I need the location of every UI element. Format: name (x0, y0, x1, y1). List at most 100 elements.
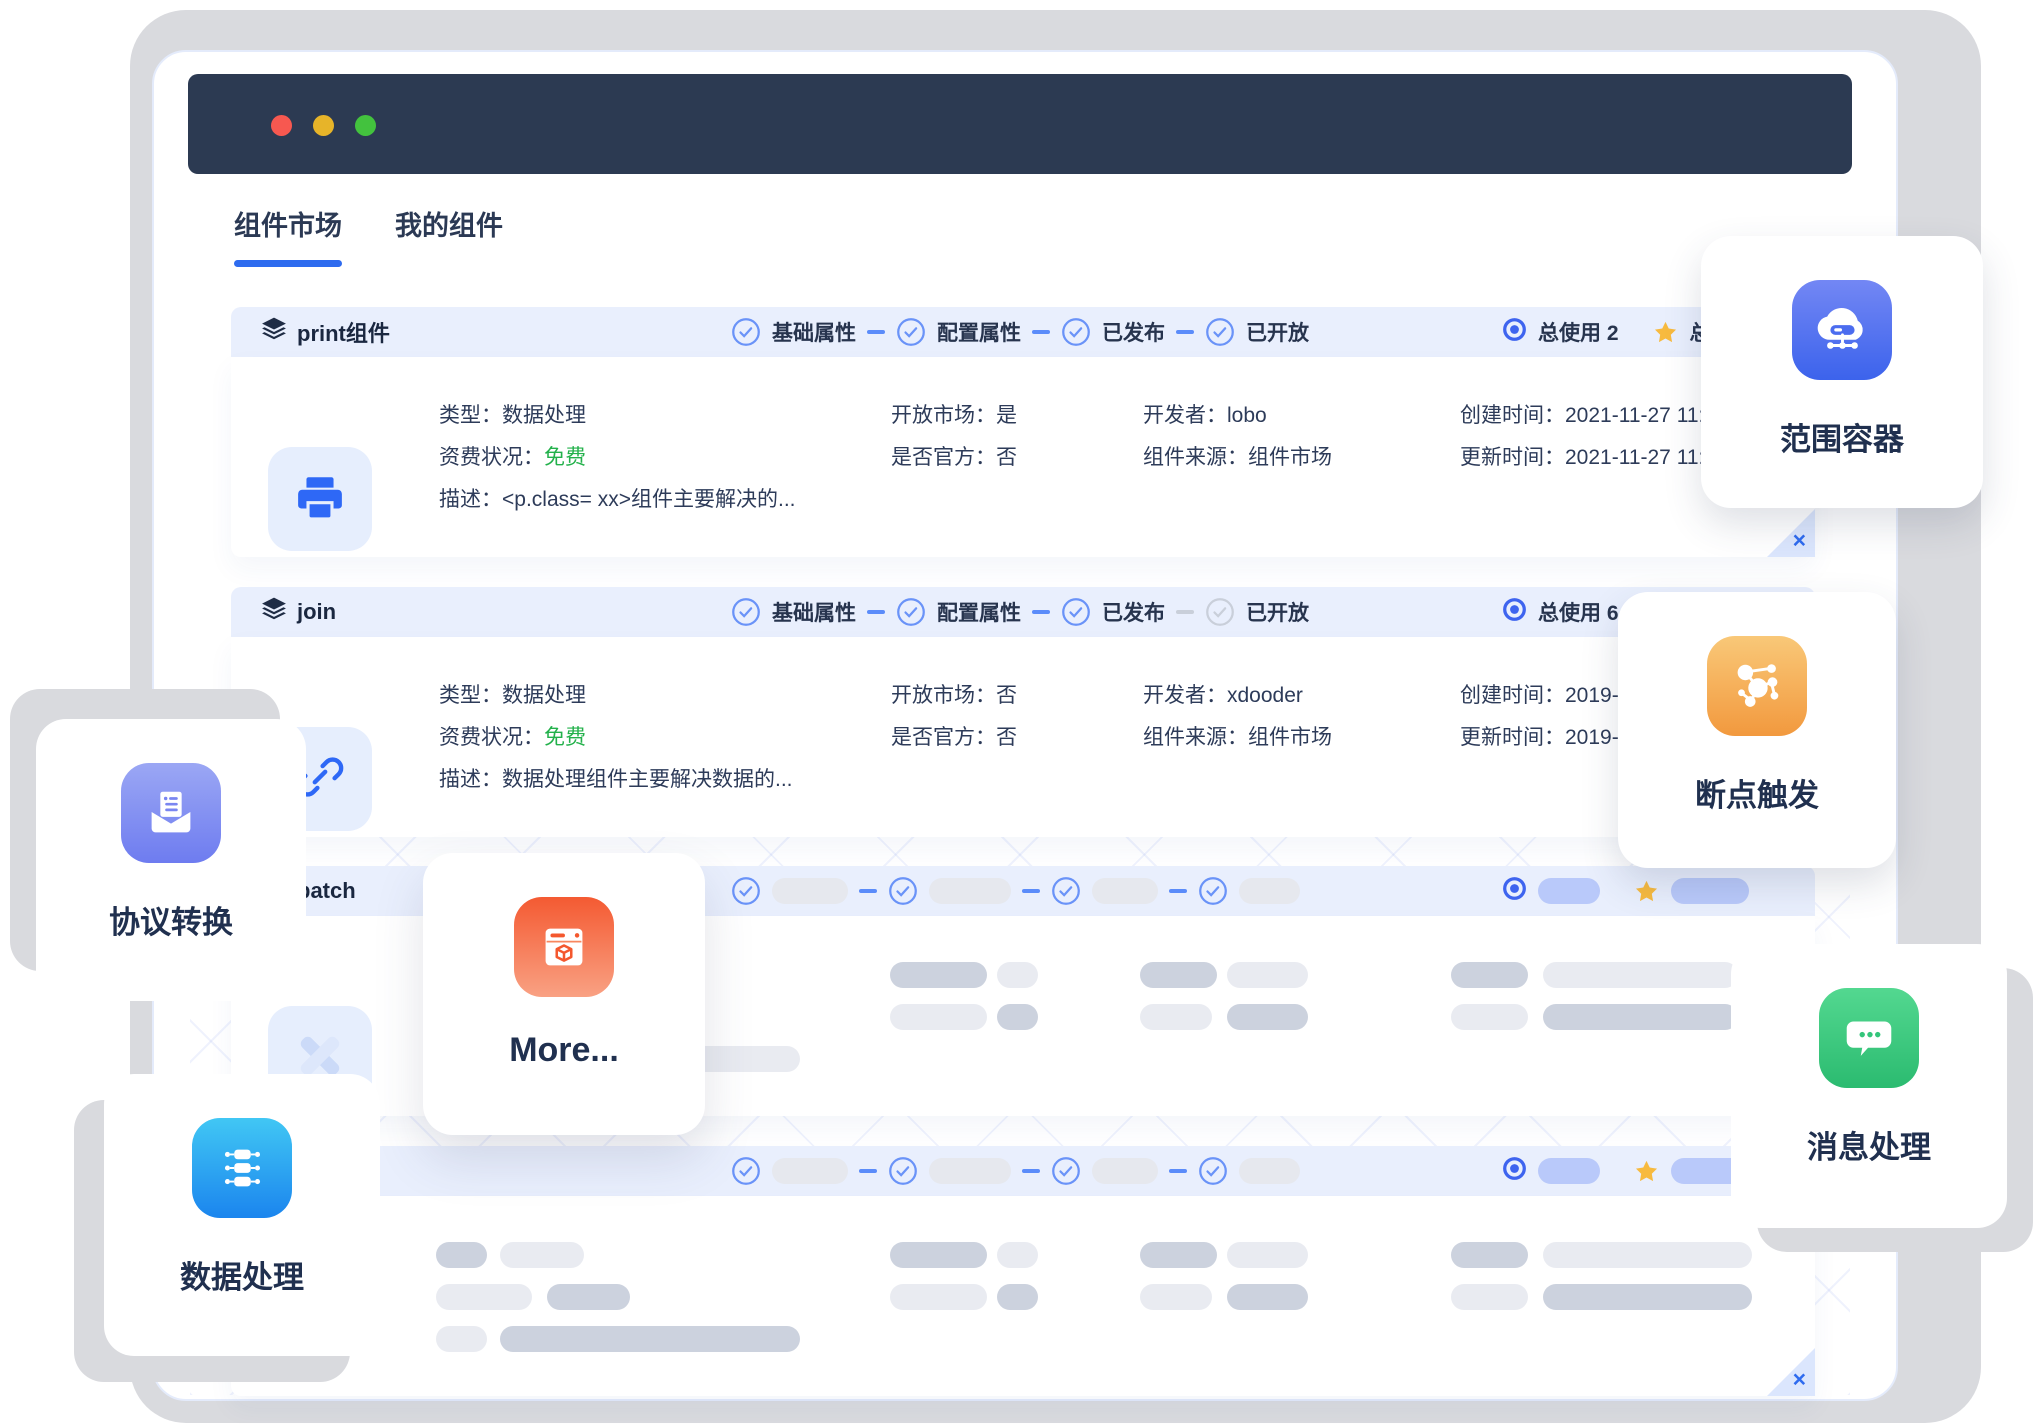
range-container-icon (1792, 280, 1892, 380)
step-dash (1169, 1169, 1187, 1173)
skeleton-pill (997, 1004, 1038, 1030)
skeleton-pill (1451, 1284, 1528, 1310)
component-card-skeleton[interactable]: × (231, 1146, 1815, 1396)
skeleton-pill (1451, 962, 1528, 988)
skeleton-pill (890, 1242, 987, 1268)
skeleton-pill (1140, 1242, 1217, 1268)
skeleton-pill (1239, 1158, 1300, 1184)
field-updated: 更新时间：2019-1 (1460, 724, 1630, 752)
skeleton-pill (1227, 1284, 1308, 1310)
skeleton-pill (1140, 962, 1217, 988)
field-source: 组件来源：组件市场 (1143, 444, 1332, 472)
star-icon (1634, 1159, 1659, 1184)
skeleton-pill (1543, 1004, 1738, 1030)
page: 组件市场 我的组件 print组件 基础属性 (0, 0, 2041, 1424)
step-dash (867, 330, 885, 334)
field-description: 描述：<p.class= xx>组件主要解决的... (439, 486, 796, 514)
skeleton-pill (1092, 1158, 1158, 1184)
step-dash (1032, 610, 1050, 614)
component-card-print[interactable]: print组件 基础属性 配置属性 已发布 已开放 (231, 307, 1815, 557)
floating-card-more[interactable]: More... (423, 853, 705, 1135)
component-card-join[interactable]: join 基础属性 配置属性 已发布 已开放 总使用 (231, 587, 1815, 837)
usage-count: 总使用 2 (1538, 317, 1619, 347)
usage-count: 总使用 6 (1538, 597, 1619, 627)
floating-card-breakpoint-trigger[interactable]: 断点触发 (1618, 592, 1896, 868)
protocol-convert-icon (121, 763, 221, 863)
component-name-text: join (297, 599, 336, 625)
step-dash (867, 610, 885, 614)
card-body: × (231, 1196, 1815, 1396)
step-dash (1176, 330, 1194, 334)
tab-label: 组件市场 (234, 211, 342, 241)
step-label: 已发布 (1102, 597, 1165, 627)
tab-my-components[interactable]: 我的组件 (395, 204, 503, 267)
skeleton-pill (1671, 878, 1749, 904)
check-circle-icon (896, 317, 926, 347)
floating-card-label: 消息处理 (1807, 1122, 1931, 1167)
step-label: 已开放 (1246, 317, 1309, 347)
close-card-icon[interactable]: × (1793, 529, 1806, 552)
field-source: 组件来源：组件市场 (1143, 724, 1332, 752)
skeleton-pill (1227, 1242, 1308, 1268)
skeleton-pill (929, 878, 1011, 904)
card-header: join 基础属性 配置属性 已发布 已开放 总使用 (231, 587, 1815, 637)
check-circle-icon (1051, 876, 1081, 906)
component-name-text: print组件 (297, 316, 390, 348)
card-meta: 总使用 2 总评 (1503, 307, 1732, 357)
field-open-market: 开放市场：是 (891, 402, 1017, 430)
skeleton-pill (929, 1158, 1011, 1184)
step-dash (1032, 330, 1050, 334)
floating-card-data-processing[interactable]: 数据处理 (104, 1074, 380, 1356)
floating-card-label: 数据处理 (180, 1252, 304, 1297)
skeleton-pill (997, 962, 1038, 988)
field-official: 是否官方：否 (891, 444, 1017, 472)
skeleton-pill (436, 1284, 532, 1310)
check-circle-icon (731, 317, 761, 347)
component-icon-tile (268, 447, 372, 551)
field-type: 类型：数据处理 (439, 402, 586, 430)
step-label: 配置属性 (937, 317, 1021, 347)
minimize-window-button[interactable] (313, 115, 334, 136)
card-meta-skeleton (1503, 1146, 1749, 1196)
step-label: 基础属性 (772, 597, 856, 627)
floating-card-message-processing[interactable]: 消息处理 (1731, 944, 2007, 1228)
window-titlebar (188, 74, 1852, 174)
step-label: 已发布 (1102, 317, 1165, 347)
step-dash (859, 889, 877, 893)
card-body: 类型：数据处理 资费状况：免费 描述：数据处理组件主要解决数据的... 开放市场… (231, 637, 1815, 837)
floating-card-protocol-convert[interactable]: 协议转换 (36, 719, 306, 1001)
skeleton-pill (997, 1284, 1038, 1310)
tab-component-market[interactable]: 组件市场 (234, 204, 342, 267)
usage-eye-icon (1503, 1157, 1526, 1185)
printer-icon (295, 472, 345, 527)
skeleton-pill (890, 1004, 987, 1030)
skeleton-pill (1239, 878, 1300, 904)
fold-corner (1767, 1348, 1815, 1396)
main-tabs: 组件市场 我的组件 (234, 204, 503, 267)
check-circle-icon (896, 597, 926, 627)
step-indicator-skeleton (731, 1146, 1300, 1196)
skeleton-pill (436, 1242, 487, 1268)
maximize-window-button[interactable] (355, 115, 376, 136)
skeleton-pill (772, 1158, 848, 1184)
step-label: 基础属性 (772, 317, 856, 347)
field-fee: 资费状况：免费 (439, 444, 586, 472)
floating-card-label: 范围容器 (1780, 414, 1904, 459)
close-card-icon[interactable]: × (1793, 1368, 1806, 1391)
field-open-market: 开放市场：否 (891, 682, 1017, 710)
step-indicator-skeleton (731, 866, 1300, 916)
skeleton-pill (500, 1326, 800, 1352)
card-header (231, 1146, 1815, 1196)
skeleton-pill (547, 1284, 630, 1310)
check-circle-icon (731, 597, 761, 627)
close-window-button[interactable] (271, 115, 292, 136)
check-circle-icon (1198, 1156, 1228, 1186)
skeleton-pill (1140, 1004, 1212, 1030)
check-circle-icon (1061, 317, 1091, 347)
field-type: 类型：数据处理 (439, 682, 586, 710)
skeleton-pill (1538, 878, 1600, 904)
skeleton-pill (1451, 1242, 1528, 1268)
skeleton-pill (772, 878, 848, 904)
floating-card-range-container[interactable]: 范围容器 (1701, 236, 1983, 508)
skeleton-pill (1543, 1284, 1752, 1310)
